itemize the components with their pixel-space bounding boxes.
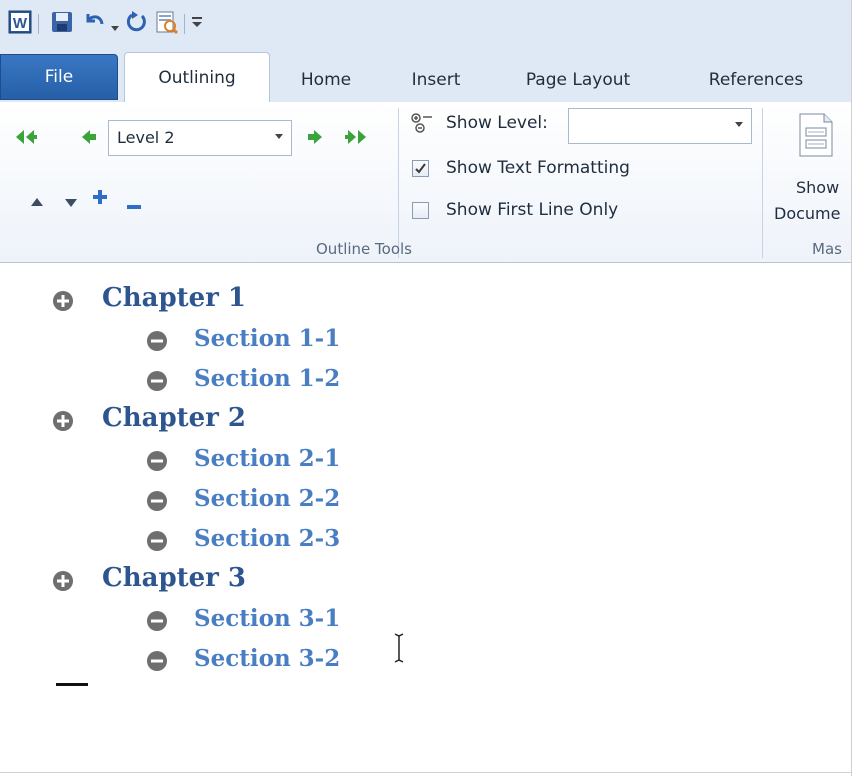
move-up-icon[interactable]	[30, 192, 44, 211]
undo-dropdown-icon[interactable]	[110, 18, 120, 37]
word-window: W File Outlining Home Insert Page Layout…	[0, 0, 852, 776]
outline-subheading-text: Section 3-2	[194, 645, 341, 672]
show-text-formatting-label: Show Text Formatting	[446, 158, 630, 178]
outline-level-value: Level 2	[117, 128, 175, 147]
minus-circle-icon[interactable]	[146, 450, 168, 476]
outline-subheading-row[interactable]: Section 2-1	[146, 443, 546, 481]
outline-subheading-text: Section 2-3	[194, 525, 341, 552]
expand-icon[interactable]	[92, 189, 108, 209]
demote-icon[interactable]	[306, 128, 324, 150]
outline-heading-text: Chapter 3	[102, 563, 247, 593]
plus-circle-icon[interactable]	[52, 290, 74, 316]
show-document-label-line1[interactable]: Show	[796, 178, 839, 197]
chevron-down-icon	[735, 122, 743, 127]
outline-heading-row[interactable]: Chapter 1	[52, 283, 452, 321]
plus-circle-icon[interactable]	[52, 410, 74, 436]
outline-subheading-row[interactable]: Section 1-2	[146, 363, 546, 401]
quick-access-toolbar: W	[0, 0, 851, 46]
outline-subheading-row[interactable]: Section 2-3	[146, 523, 546, 561]
outline-level-dropdown[interactable]: Level 2	[108, 120, 292, 156]
master-document-group-label: Mas	[812, 240, 842, 258]
outline-heading-text: Chapter 1	[102, 283, 247, 313]
show-document-icon[interactable]	[796, 112, 836, 162]
outline-tools-group-label: Outline Tools	[316, 240, 412, 258]
show-first-line-only-label: Show First Line Only	[446, 200, 619, 220]
move-down-icon[interactable]	[64, 193, 78, 212]
outline-heading-row[interactable]: Chapter 2	[52, 403, 452, 441]
minus-circle-icon[interactable]	[146, 330, 168, 356]
customize-qat-icon[interactable]	[191, 14, 203, 34]
outline-subheading-row[interactable]: Section 3-1	[146, 603, 546, 641]
show-level-icon	[410, 112, 434, 138]
undo-icon[interactable]	[82, 10, 106, 38]
tab-file[interactable]: File	[0, 54, 118, 100]
show-level-dropdown[interactable]	[568, 108, 752, 144]
outline-subheading-text: Section 1-2	[194, 365, 341, 392]
group-separator	[762, 108, 763, 258]
end-of-document-mark	[56, 683, 88, 686]
tab-insert[interactable]: Insert	[398, 58, 474, 102]
minus-circle-icon[interactable]	[146, 490, 168, 516]
redo-icon[interactable]	[124, 10, 148, 38]
save-icon[interactable]	[50, 10, 74, 38]
tab-home[interactable]: Home	[286, 58, 366, 102]
tab-outlining[interactable]: Outlining	[124, 52, 270, 104]
chevron-down-icon	[275, 134, 283, 139]
promote-to-heading1-icon[interactable]	[12, 128, 38, 150]
tab-page-layout[interactable]: Page Layout	[510, 58, 646, 102]
qat-separator	[38, 14, 39, 34]
word-app-icon[interactable]: W	[8, 10, 32, 38]
outline-subheading-text: Section 2-2	[194, 485, 341, 512]
show-text-formatting-checkbox[interactable]	[412, 160, 429, 177]
minus-circle-icon[interactable]	[146, 370, 168, 396]
show-document-label-line2[interactable]: Docume	[774, 204, 840, 223]
ribbon-outlining: Level 2 Show Level: Show Text Formatting…	[0, 102, 851, 263]
outline-heading-row[interactable]: Chapter 3	[52, 563, 452, 601]
show-first-line-only-checkbox[interactable]	[412, 202, 429, 219]
svg-text:W: W	[13, 15, 28, 32]
group-separator	[398, 108, 399, 258]
document-outline-area[interactable]: Chapter 1 Section 1-1 Section 1-2 Chapter 2…	[0, 263, 851, 776]
minus-circle-icon[interactable]	[146, 530, 168, 556]
window-bottom-border	[0, 772, 851, 773]
outline-subheading-text: Section 3-1	[194, 605, 341, 632]
minus-circle-icon[interactable]	[146, 650, 168, 676]
outline-subheading-row[interactable]: Section 3-2	[146, 643, 546, 681]
plus-circle-icon[interactable]	[52, 570, 74, 596]
show-level-label: Show Level:	[446, 113, 548, 133]
ribbon-tab-bar: File Outlining Home Insert Page Layout R…	[0, 46, 851, 104]
qat-separator	[184, 14, 185, 34]
collapse-icon[interactable]	[126, 195, 142, 214]
outline-subheading-row[interactable]: Section 1-1	[146, 323, 546, 361]
demote-to-body-text-icon[interactable]	[344, 128, 372, 150]
text-cursor-icon	[392, 632, 408, 668]
outline-subheading-row[interactable]: Section 2-2	[146, 483, 546, 521]
promote-icon[interactable]	[80, 128, 98, 150]
outline-heading-text: Chapter 2	[102, 403, 247, 433]
minus-circle-icon[interactable]	[146, 610, 168, 636]
outline-subheading-text: Section 2-1	[194, 445, 341, 472]
tab-references[interactable]: References	[694, 58, 818, 102]
print-preview-icon[interactable]	[154, 10, 179, 38]
outline-subheading-text: Section 1-1	[194, 325, 341, 352]
